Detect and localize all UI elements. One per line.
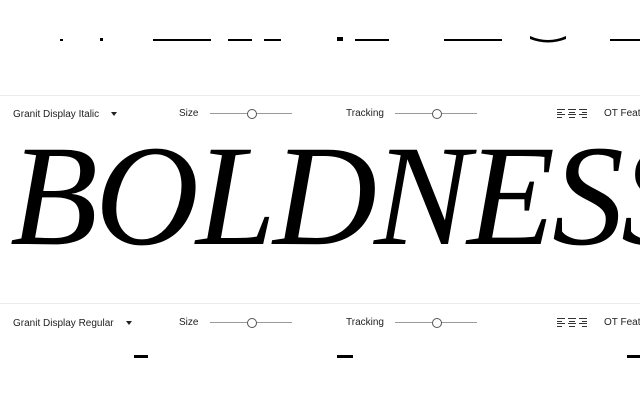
- next-specimen-glyph-tops: [134, 355, 640, 358]
- chevron-down-icon: [125, 321, 132, 325]
- divider: [0, 95, 640, 96]
- chevron-down-icon: [111, 112, 118, 116]
- size-slider[interactable]: [210, 109, 292, 119]
- align-right-icon[interactable]: [579, 318, 587, 327]
- alignment-group: [557, 318, 587, 327]
- tracking-slider[interactable]: [395, 109, 477, 119]
- divider: [0, 303, 640, 304]
- ot-features-button[interactable]: OT Features: [604, 312, 640, 334]
- specimen-sample-text[interactable]: BOLDNESS: [10, 122, 640, 272]
- size-slider[interactable]: [210, 318, 292, 328]
- tracking-label: Tracking: [346, 317, 384, 328]
- size-label: Size: [179, 317, 199, 328]
- tracking-slider[interactable]: [395, 318, 477, 328]
- font-select-label: Granit Display Regular: [13, 317, 114, 329]
- slider-thumb[interactable]: [247, 318, 257, 328]
- font-select[interactable]: Granit Display Regular: [13, 312, 132, 334]
- type-specimen-page: ​ Granit Display Italic Size Tracking: [0, 0, 640, 400]
- next-specimen-clip: [0, 355, 640, 400]
- specimen-toolbar-regular: Granit Display Regular Size Tracking OT …: [0, 312, 640, 334]
- slider-thumb[interactable]: [432, 318, 442, 328]
- align-left-icon[interactable]: [557, 318, 565, 327]
- previous-specimen-glyph-bottoms: [60, 36, 640, 43]
- align-center-icon[interactable]: [568, 318, 576, 327]
